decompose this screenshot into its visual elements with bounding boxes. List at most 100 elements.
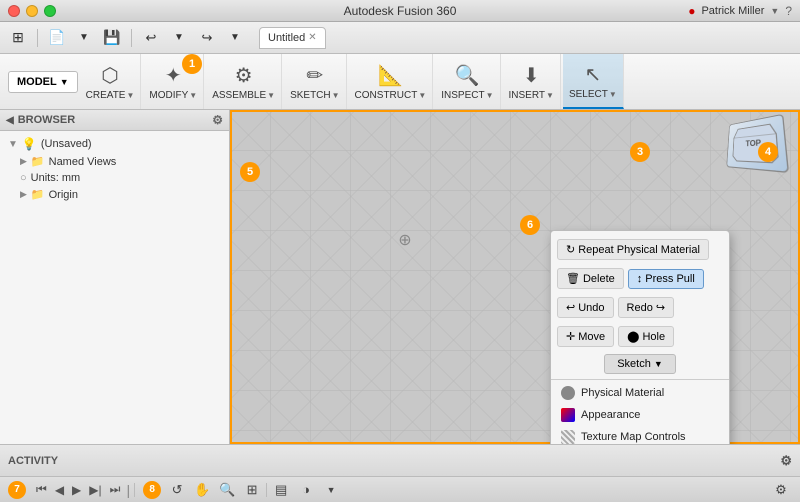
user-name[interactable]: Patrick Miller (701, 5, 764, 17)
select-label: SELECT▼ (569, 89, 617, 100)
undo-ctx-button[interactable]: ↩ Undo (557, 297, 614, 318)
model-arrow-icon: ▼ (60, 77, 69, 87)
tree-root-icon: 💡 (22, 137, 37, 151)
save-button[interactable]: 💾 (100, 27, 124, 49)
viewcube-face[interactable]: TOP (726, 114, 789, 173)
tree-origin-arrow-icon: ▶ (20, 189, 27, 200)
minimize-button[interactable] (26, 5, 38, 17)
bottom-separator-2 (266, 483, 267, 497)
context-menu-move-row: ✛ Move ⬤ Hole (551, 322, 729, 351)
sketch-label: SKETCH▼ (290, 90, 339, 101)
canvas-area[interactable]: 2 6 TOP ↻ Repeat Physical Material (230, 110, 800, 444)
annotation-8: 8 (143, 481, 161, 499)
model-dropdown[interactable]: MODEL ▼ (8, 71, 78, 93)
context-menu: ↻ Repeat Physical Material 🗑 Delete ↕ Pr… (550, 230, 730, 444)
tab-close-button[interactable]: ✕ (308, 32, 316, 43)
canvas-cross-marker: ⊕ (395, 230, 415, 250)
visual-style-button[interactable]: ◑ (295, 480, 317, 500)
context-menu-sketch-row: Sketch ▼ (551, 351, 729, 377)
browser-header: ◀ BROWSER ⚙ (0, 110, 229, 131)
activity-settings-icon[interactable]: ⚙ (780, 453, 792, 469)
tree-item-named-views[interactable]: ▶ 📁 Named Views (4, 153, 225, 170)
main-area: ◀ BROWSER ⚙ ▼ 💡 (Unsaved) ▶ 📁 Named View… (0, 110, 800, 444)
grid-menu-button[interactable]: ⊞ (6, 27, 30, 49)
bottom-separator-1 (134, 483, 135, 497)
pan-button[interactable]: ✋ (191, 480, 213, 500)
construct-icon: 📐 (378, 63, 403, 88)
construct-label: CONSTRUCT▼ (355, 90, 427, 101)
skip-start-button[interactable]: ⏮ (34, 480, 49, 499)
fit-button[interactable]: ⊞ (241, 480, 263, 500)
tree-unit-icon: ○ (20, 172, 27, 184)
tree-expand-icon: ▼ (8, 139, 18, 150)
toolbar-row1: 1 ⊞ 📄 ▼ 💾 ↩ ▼ ↪ ▼ Untitled ✕ (0, 22, 800, 54)
tree-units-label: Units: mm (31, 172, 81, 184)
hole-button[interactable]: ⬤ Hole (618, 326, 674, 347)
texture-map-item[interactable]: Texture Map Controls (551, 426, 729, 444)
undo-button[interactable]: ↩ (139, 27, 163, 49)
display-settings-button[interactable]: ▤ (270, 480, 292, 500)
insert-group[interactable]: ⬇ INSERT▼ (503, 54, 561, 109)
browser-collapse-icon[interactable]: ◀ (6, 115, 14, 126)
assemble-icon: ⚙ (235, 63, 253, 88)
appearance-icon (561, 408, 575, 422)
settings-button[interactable]: ⚙ (770, 480, 792, 500)
inspect-icon: 🔍 (455, 63, 480, 88)
separator2 (131, 29, 132, 47)
user-dropdown-icon[interactable]: ▼ (770, 6, 779, 16)
redo-button[interactable]: ↪ (195, 27, 219, 49)
delete-button[interactable]: 🗑 Delete (557, 268, 624, 289)
app-menu-group: ⊞ (6, 27, 30, 49)
new-file-button[interactable]: 📄 (45, 27, 69, 49)
browser-tree: ▼ 💡 (Unsaved) ▶ 📁 Named Views ○ Units: m… (0, 131, 229, 207)
zoom-button[interactable]: 🔍 (216, 480, 238, 500)
viewcube[interactable]: TOP (722, 118, 792, 178)
undo-dropdown-button[interactable]: ▼ (167, 27, 191, 49)
inspect-label: INSPECT▼ (441, 90, 493, 101)
tree-item-units[interactable]: ○ Units: mm (4, 170, 225, 186)
orbit-button[interactable]: ↺ (166, 480, 188, 500)
tree-folder-icon: 📁 (31, 155, 45, 168)
move-icon: ✛ (566, 330, 575, 343)
context-menu-action-row: 🗑 Delete ↕ Press Pull (551, 264, 729, 293)
annotation-7: 7 (8, 481, 26, 499)
record-icon: ● (688, 4, 695, 18)
step-back-button[interactable]: ◀ (53, 481, 66, 499)
redo-ctx-button[interactable]: Redo ↪ (618, 297, 675, 318)
create-group[interactable]: ⬡ CREATE▼ (80, 54, 142, 109)
file-dropdown-button[interactable]: ▼ (72, 27, 96, 49)
physical-material-item[interactable]: Physical Material (551, 382, 729, 404)
assemble-group[interactable]: ⚙ ASSEMBLE▼ (206, 54, 282, 109)
press-pull-button[interactable]: ↕ Press Pull (628, 269, 704, 289)
modify-group[interactable]: ✦ MODIFY▼ (143, 54, 204, 109)
close-button[interactable] (8, 5, 20, 17)
tree-origin-label: Origin (49, 189, 78, 201)
move-button[interactable]: ✛ Move (557, 326, 614, 347)
redo-dropdown-button[interactable]: ▼ (223, 27, 247, 49)
skip-end-button[interactable]: ⏭ (108, 480, 123, 499)
tree-item-origin[interactable]: ▶ 📁 Origin (4, 186, 225, 203)
ribbon-toolbar: 3 4 5 MODEL ▼ ⬡ CREATE▼ ✦ MODIFY▼ ⚙ ASSE… (0, 54, 800, 110)
maximize-button[interactable] (44, 5, 56, 17)
playback-controls: ⏮ ◀ ▶ ▶| ⏭ | (34, 480, 130, 499)
repeat-physical-material-button[interactable]: ↻ Repeat Physical Material (557, 239, 709, 260)
inspect-group[interactable]: 🔍 INSPECT▼ (435, 54, 500, 109)
browser-settings-icon[interactable]: ⚙ (212, 113, 223, 127)
separator1 (37, 29, 38, 47)
bottom-toolbar: 7 ⏮ ◀ ▶ ▶| ⏭ | 8 ↺ ✋ 🔍 ⊞ ▤ ◑ ▼ ⚙ (0, 476, 800, 502)
appearance-item[interactable]: Appearance (551, 404, 729, 426)
timeline-pin-icon: | (126, 482, 130, 498)
insert-label: INSERT▼ (509, 90, 554, 101)
sketch-group[interactable]: ✏ SKETCH▼ (284, 54, 346, 109)
file-tab[interactable]: Untitled ✕ (259, 27, 326, 49)
step-forward-button[interactable]: ▶| (87, 481, 103, 499)
select-group[interactable]: ↖ SELECT▼ (563, 54, 624, 109)
display-dropdown-button[interactable]: ▼ (320, 480, 342, 500)
context-menu-undo-row: ↩ Undo Redo ↪ (551, 293, 729, 322)
play-button[interactable]: ▶ (70, 481, 83, 499)
sketch-dropdown-button[interactable]: Sketch ▼ (604, 354, 676, 374)
repeat-icon: ↻ (566, 243, 575, 256)
construct-group[interactable]: 📐 CONSTRUCT▼ (349, 54, 434, 109)
tree-item-root[interactable]: ▼ 💡 (Unsaved) (4, 135, 225, 153)
help-icon[interactable]: ? (785, 4, 792, 18)
